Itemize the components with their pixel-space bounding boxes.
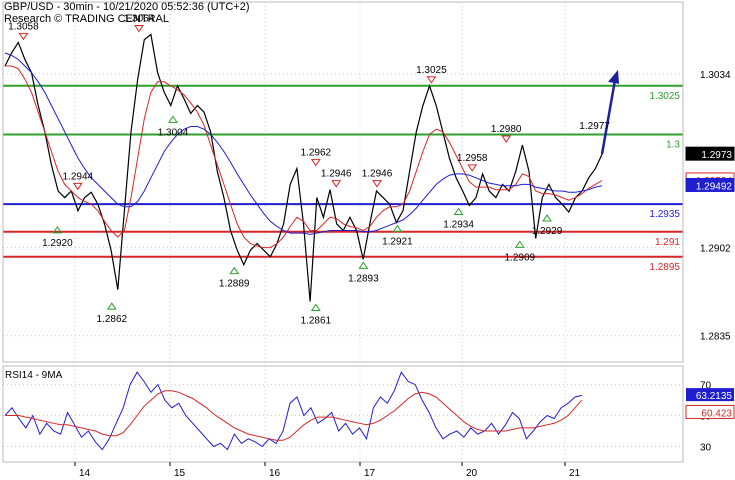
high-label: 1.2944 — [63, 171, 94, 182]
high-label: 1.3025 — [416, 65, 447, 76]
high-label: 1.2946 — [362, 169, 393, 180]
trading-chart: 1.30251.31.29351.2911.2895 1.30581.30641… — [0, 0, 735, 480]
level-label: 1.291 — [655, 237, 680, 248]
target-label: 1.2977 — [579, 121, 610, 132]
price-tick-label: 1.2835 — [700, 332, 731, 343]
high-label: 1.2958 — [457, 153, 488, 164]
low-label: 1.2920 — [42, 238, 73, 249]
low-label: 1.2921 — [382, 237, 413, 248]
level-label: 1.3 — [666, 139, 680, 150]
low-label: 1.2861 — [301, 315, 332, 326]
x-tick-label: 17 — [364, 468, 376, 479]
rsi-ma-value-label: 60.423 — [701, 408, 732, 419]
low-label: 1.3004 — [158, 127, 189, 138]
rsi-title: RSI14 - 9MA — [5, 370, 63, 381]
low-label: 1.2934 — [443, 219, 474, 230]
low-label: 1.2862 — [97, 314, 128, 325]
value-box-label: 1.2973 — [701, 150, 732, 161]
chart-stage: 1.3025 1.3 1.2935 1.291 1.2895 1.3058 1.3064 1… — [0, 0, 735, 480]
price-tick-label: 1.2902 — [700, 244, 731, 255]
chart-title: GBP/USD - 30min - 10/21/2020 05:52:36 (U… — [4, 1, 250, 13]
value-box-label: 1.29492 — [696, 181, 733, 192]
rsi-tick-label: 30 — [700, 443, 712, 454]
x-tick-label: 14 — [79, 468, 91, 479]
low-label: 1.2929 — [532, 226, 563, 237]
rsi-value-label: 63.2135 — [696, 391, 733, 402]
low-label: 1.2909 — [505, 252, 536, 263]
research-credit: Research © TRADING CENTRAL — [4, 13, 169, 25]
x-tick-label: 21 — [569, 468, 581, 479]
x-tick-label: 20 — [466, 468, 478, 479]
high-label: 1.2980 — [491, 124, 522, 135]
high-label: 1.2946 — [321, 169, 352, 180]
level-label: 1.2895 — [649, 262, 680, 273]
x-tick-label: 16 — [269, 468, 281, 479]
low-label: 1.2893 — [348, 273, 379, 284]
price-tick-label: 1.3034 — [700, 70, 731, 81]
low-label: 1.2889 — [219, 279, 250, 290]
x-tick-label: 15 — [174, 468, 186, 479]
level-label: 1.2935 — [649, 209, 680, 220]
high-label: 1.2962 — [301, 148, 332, 159]
level-label: 1.3025 — [649, 91, 680, 102]
